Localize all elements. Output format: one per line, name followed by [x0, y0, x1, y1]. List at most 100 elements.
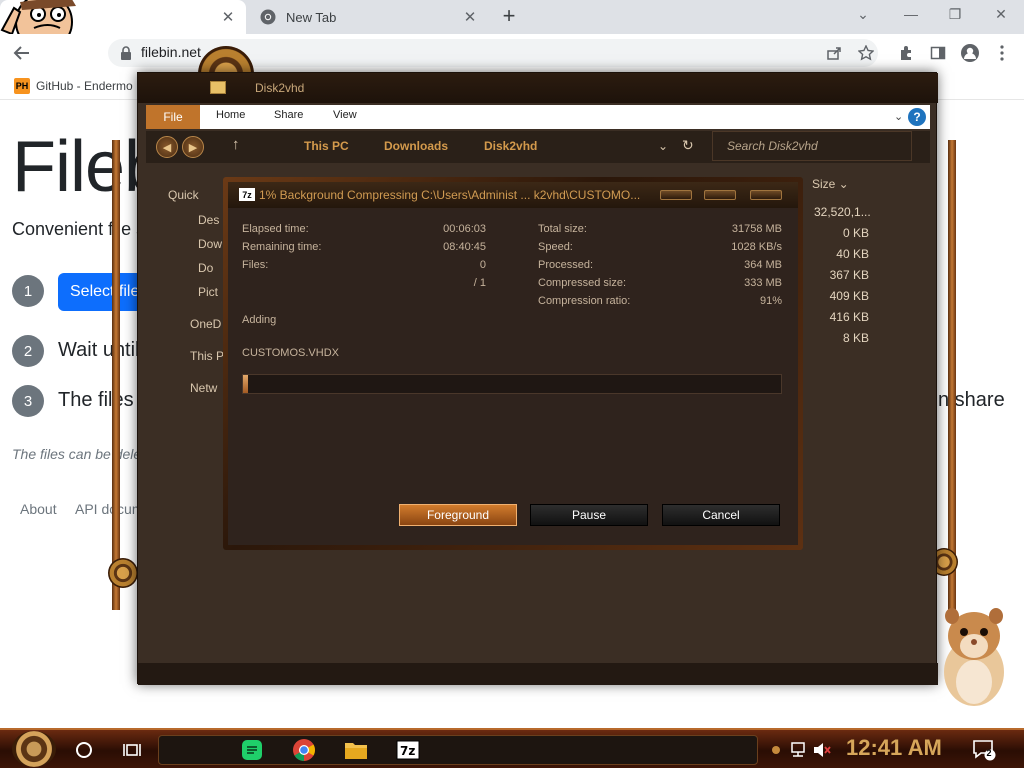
- compression-progress-bar: [242, 374, 782, 394]
- files-label: Files:: [242, 259, 269, 271]
- explorer-status-bar: [138, 663, 938, 685]
- menu-file[interactable]: File: [146, 105, 200, 129]
- 7zip-icon: 7z: [239, 188, 255, 201]
- start-gear-icon[interactable]: [12, 731, 56, 767]
- svg-text:7z: 7z: [400, 744, 415, 758]
- file-size: 40 KB: [836, 247, 869, 261]
- share-icon[interactable]: [822, 41, 846, 65]
- 7zip-icon[interactable]: 7z: [394, 736, 422, 764]
- side-panel-icon[interactable]: [926, 41, 950, 65]
- chrome-icon[interactable]: [290, 736, 318, 764]
- processed-value: 364 MB: [744, 259, 782, 271]
- menu-view[interactable]: View: [333, 109, 357, 121]
- speed-label: Speed:: [538, 241, 573, 253]
- total-size-label: Total size:: [538, 223, 587, 235]
- compressed-size-label: Compressed size:: [538, 277, 627, 289]
- forward-arrow-icon[interactable]: ▶: [182, 136, 204, 158]
- step-number-1: 1: [12, 275, 44, 307]
- files-total: / 1: [473, 277, 486, 289]
- breadcrumb-disk2vhd[interactable]: Disk2vhd: [484, 139, 537, 153]
- menu-home[interactable]: Home: [216, 109, 245, 121]
- file-explorer-icon[interactable]: [342, 736, 370, 764]
- profile-icon[interactable]: [958, 41, 982, 65]
- extensions-icon[interactable]: [894, 41, 918, 65]
- address-dropdown-icon[interactable]: ⌄: [658, 139, 668, 153]
- tab-search-icon[interactable]: ⌄: [852, 6, 874, 26]
- dialog-titlebar[interactable]: 7z 1% Background Compressing C:\Users\Ad…: [228, 182, 798, 208]
- notification-icon[interactable]: 2: [970, 736, 998, 764]
- elapsed-value: 00:06:03: [443, 223, 486, 235]
- restore-button[interactable]: ❐: [944, 6, 966, 26]
- remaining-label: Remaining time:: [242, 241, 322, 253]
- star-icon[interactable]: [854, 41, 878, 65]
- nav-quick-access[interactable]: Quick: [168, 188, 199, 202]
- volume-muted-icon[interactable]: [808, 736, 836, 764]
- compressed-size-value: 333 MB: [744, 277, 782, 289]
- folder-icon: [210, 81, 226, 94]
- back-arrow-icon[interactable]: [10, 41, 34, 65]
- compression-progress-dialog[interactable]: 7z 1% Background Compressing C:\Users\Ad…: [228, 182, 798, 545]
- back-arrow-icon[interactable]: ◀: [156, 136, 178, 158]
- tab-filebin[interactable]: ✕: [0, 0, 246, 34]
- compression-ratio-label: Compression ratio:: [538, 295, 631, 307]
- tab-strip: ✕ New Tab ✕ + ⌄ — ❐ ✕: [0, 0, 1024, 34]
- nav-this-pc[interactable]: This P: [190, 349, 224, 363]
- nav-desktop[interactable]: Des: [198, 213, 219, 227]
- tab-new-tab[interactable]: New Tab ✕: [248, 0, 488, 34]
- decor-pipe-right: [948, 140, 956, 610]
- notification-count: 2: [986, 748, 992, 758]
- remaining-value: 08:40:45: [443, 241, 486, 253]
- column-header-size[interactable]: Size ⌄: [812, 177, 849, 191]
- refresh-icon[interactable]: ↻: [682, 137, 694, 154]
- step-number-3: 3: [12, 385, 44, 417]
- decor-pipe-left: [112, 140, 120, 610]
- nav-downloads[interactable]: Dow: [198, 237, 222, 251]
- breadcrumb-this-pc[interactable]: This PC: [304, 139, 349, 153]
- tab-close-icon[interactable]: ✕: [460, 7, 480, 27]
- new-tab-button[interactable]: +: [497, 5, 521, 29]
- foreground-button[interactable]: Foreground: [399, 504, 517, 526]
- nav-onedrive[interactable]: OneD: [190, 317, 221, 331]
- nav-pictures[interactable]: Pict: [198, 285, 218, 299]
- search-input[interactable]: Search Disk2vhd: [712, 131, 912, 161]
- nav-network[interactable]: Netw: [190, 381, 217, 395]
- url-text[interactable]: filebin.net: [141, 44, 201, 60]
- compression-ratio-value: 91%: [759, 295, 782, 307]
- nav-documents[interactable]: Do: [198, 261, 213, 275]
- menu-share[interactable]: Share: [274, 109, 303, 121]
- cancel-button[interactable]: Cancel: [662, 504, 780, 526]
- file-size: 409 KB: [829, 289, 869, 303]
- hamster-mascot-icon: [934, 602, 1010, 710]
- dialog-minimize-button[interactable]: [660, 190, 692, 200]
- about-link[interactable]: About: [20, 501, 57, 517]
- green-app-icon[interactable]: [238, 736, 266, 764]
- file-size: 0 KB: [842, 226, 869, 240]
- current-file-name: CUSTOMOS.VHDX: [242, 347, 339, 359]
- tab-close-icon[interactable]: ✕: [218, 7, 238, 27]
- task-view-icon[interactable]: [118, 736, 146, 764]
- dialog-close-button[interactable]: [750, 190, 782, 200]
- kebab-menu-icon[interactable]: [990, 41, 1014, 65]
- step-number-2: 2: [12, 335, 44, 367]
- chrome-icon: [260, 9, 276, 25]
- dialog-maximize-button[interactable]: [704, 190, 736, 200]
- operation-status: Adding: [242, 314, 277, 326]
- total-size-value: 31758 MB: [731, 223, 782, 235]
- file-size: 367 KB: [829, 268, 869, 282]
- explorer-titlebar[interactable]: Disk2vhd: [138, 73, 938, 103]
- ribbon-menubar: File Home Share View ⌄ ?: [146, 105, 930, 129]
- dialog-title: 1% Background Compressing C:\Users\Admin…: [259, 188, 641, 202]
- close-window-button[interactable]: ✕: [990, 6, 1012, 26]
- taskbar-clock[interactable]: 12:41 AM: [846, 735, 942, 761]
- ribbon-expand-icon[interactable]: ⌄: [894, 110, 903, 123]
- breadcrumb-downloads[interactable]: Downloads: [384, 139, 448, 153]
- up-arrow-icon[interactable]: ↑: [232, 136, 240, 153]
- search-circle-icon[interactable]: [70, 736, 98, 764]
- help-icon[interactable]: ?: [908, 108, 926, 126]
- pause-button[interactable]: Pause: [530, 504, 648, 526]
- lock-icon: [114, 41, 138, 65]
- minimize-button[interactable]: —: [900, 6, 922, 26]
- file-size: 32,520,1...: [814, 205, 871, 219]
- progress-fill: [243, 375, 249, 393]
- bookmark-github[interactable]: PH GitHub - Endermo: [14, 78, 133, 94]
